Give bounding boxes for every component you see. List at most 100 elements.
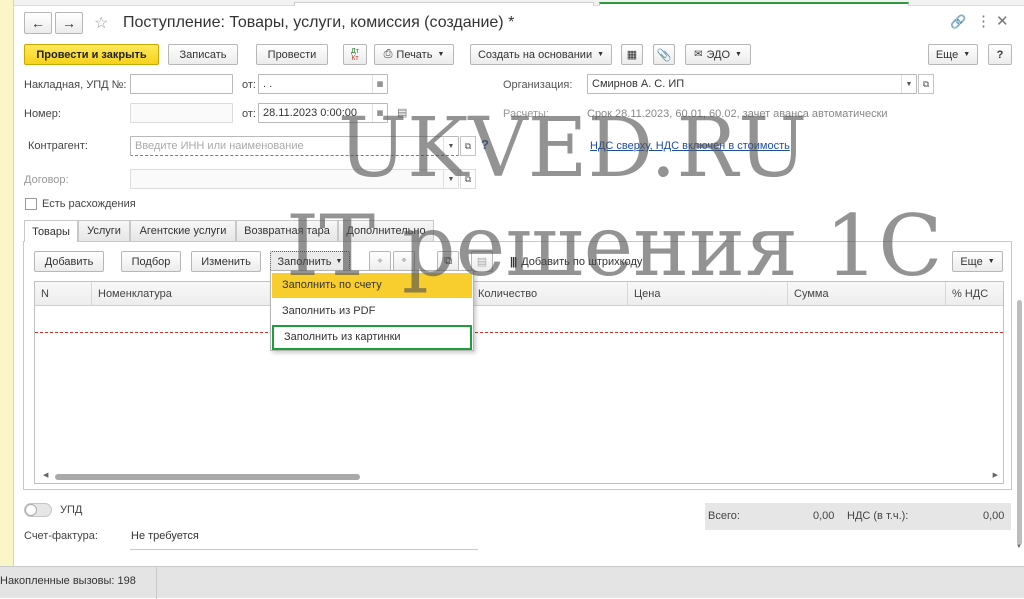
column-header-sum[interactable]: Сумма	[788, 282, 946, 306]
print-button[interactable]: ⎙ Печать ▼	[374, 44, 454, 65]
column-header-vat-rate[interactable]: % НДС	[946, 282, 1004, 306]
window-tab-segment[interactable]	[294, 2, 594, 6]
invoice-number-label: Накладная, УПД №:	[24, 79, 127, 91]
more-button[interactable]: Еще ▼	[928, 44, 978, 65]
organization-input[interactable]: Смирнов А. С. ИП ▼	[587, 74, 917, 94]
menu-item-fill-from-pdf[interactable]: Заполнить из PDF	[272, 299, 472, 324]
scroll-left-icon[interactable]: ◀	[43, 471, 48, 479]
open-contractor-button[interactable]: ⧉	[460, 136, 476, 156]
calendar-icon[interactable]: ▦	[372, 104, 387, 122]
upd-toggle[interactable]	[24, 503, 52, 517]
copy-rows-button[interactable]: ⧉	[437, 251, 459, 272]
back-button[interactable]: ←	[24, 12, 52, 34]
vat-mode-link[interactable]: НДС сверху, НДС включен в стоимость	[590, 140, 790, 152]
chevron-down-icon[interactable]: ▼	[443, 137, 458, 155]
settlements-link[interactable]: Срок 28.11.2023, 60.01, 60.02, зачет ава…	[587, 108, 888, 120]
more-vertical-icon[interactable]: ⋮	[976, 12, 991, 30]
forward-button[interactable]: →	[55, 12, 83, 34]
paste-icon: ▤	[476, 256, 488, 268]
chevron-down-icon[interactable]: ▼	[443, 170, 458, 188]
open-organization-button[interactable]: ⧉	[918, 74, 934, 94]
contractor-label: Контрагент:	[28, 140, 88, 152]
comment-icon[interactable]: ▤	[397, 106, 407, 119]
close-icon[interactable]: ✕	[996, 12, 1009, 30]
table-row[interactable]	[35, 307, 1003, 333]
help-button[interactable]: ?	[988, 44, 1012, 65]
contract-label: Договор:	[24, 174, 69, 186]
edo-icon: ✉	[694, 49, 703, 60]
edo-button[interactable]: ✉ ЭДО ▼	[685, 44, 751, 65]
page-title: Поступление: Товары, услуги, комиссия (с…	[123, 14, 515, 31]
arrow-left-icon: ←	[31, 15, 45, 31]
link-icon[interactable]: 🔗	[950, 14, 966, 30]
attach-file-button[interactable]: 📎	[653, 44, 675, 65]
invoice-date-label: от:	[242, 79, 256, 91]
printer-icon: ⎙	[383, 48, 393, 60]
add-by-barcode-button[interactable]: ||| Добавить по штрихкоду	[503, 251, 651, 272]
goods-table[interactable]: N Номенклатура Количество Цена Сумма % Н…	[34, 281, 1004, 484]
column-header-n[interactable]: N	[35, 282, 92, 306]
invoice-date-input[interactable]: . . ▦	[258, 74, 388, 94]
scroll-right-icon[interactable]: ▶	[993, 471, 998, 479]
fill-label: Заполнить	[277, 255, 332, 268]
discrepancy-checkbox[interactable]	[25, 198, 37, 210]
dt-kt-button[interactable]: Дт Кт	[343, 44, 367, 65]
total-label: Всего:	[708, 510, 740, 522]
table-more-label: Еще	[960, 255, 983, 268]
change-button[interactable]: Изменить	[191, 251, 261, 272]
arrow-up-icon: 🠹	[376, 255, 384, 267]
print-label: Печать	[396, 48, 433, 61]
tab-services[interactable]: Услуги	[78, 220, 130, 241]
table-header: N Номенклатура Количество Цена Сумма % Н…	[35, 282, 1003, 306]
settlements-label: Расчеты:	[503, 108, 549, 120]
contract-input[interactable]: ▼	[130, 169, 459, 189]
vertical-scrollbar[interactable]: ▼	[1016, 300, 1023, 560]
move-up-button[interactable]: 🠹	[369, 251, 391, 272]
chevron-down-icon: ▼	[987, 258, 995, 265]
number-input[interactable]	[130, 103, 233, 123]
menu-item-fill-from-image[interactable]: Заполнить из картинки	[272, 325, 472, 350]
pick-button[interactable]: Подбор	[121, 251, 181, 272]
scrollbar-thumb[interactable]	[55, 474, 360, 480]
horizontal-scrollbar[interactable]: ◀ ▶	[43, 471, 998, 481]
fill-button[interactable]: Заполнить ▼	[270, 251, 350, 272]
chevron-down-icon[interactable]: ▼	[901, 75, 916, 93]
open-contract-button[interactable]: ⧉	[460, 169, 476, 189]
post-and-close-button[interactable]: Провести и закрыть	[24, 44, 159, 65]
question-icon[interactable]: ?	[481, 137, 489, 152]
contractor-input[interactable]: Введите ИНН или наименование ▼	[130, 136, 459, 156]
column-header-price[interactable]: Цена	[628, 282, 788, 306]
vertical-scrollbar-thumb[interactable]	[1017, 300, 1022, 545]
table-more-button[interactable]: Еще ▼	[952, 251, 1003, 272]
create-based-on-label: Создать на основании	[477, 48, 593, 61]
invoice-factura-value[interactable]: Не требуется	[131, 530, 199, 542]
tab-additional[interactable]: Дополнительно	[338, 220, 434, 241]
accumulated-calls: Накопленные вызовы: 198	[0, 575, 136, 587]
move-down-button[interactable]: 🠻	[393, 251, 415, 272]
create-based-on-button[interactable]: Создать на основании ▼	[470, 44, 612, 65]
arrow-down-icon: 🠻	[400, 255, 408, 267]
tab-goods[interactable]: Товары	[24, 220, 78, 242]
menu-item-fill-by-invoice[interactable]: Заполнить по счету	[272, 273, 472, 298]
column-header-quantity[interactable]: Количество	[472, 282, 628, 306]
tab-agent-services[interactable]: Агентские услуги	[130, 220, 236, 241]
open-link-icon: ⧉	[464, 173, 472, 184]
total-value: 0,00	[813, 510, 835, 522]
favorite-star-icon[interactable]: ☆	[94, 13, 108, 33]
chevron-down-icon: ▼	[597, 51, 605, 58]
vat-total-value: 0,00	[983, 510, 1005, 522]
scroll-down-icon[interactable]: ▼	[1016, 544, 1022, 550]
add-row-button[interactable]: Добавить	[34, 251, 104, 272]
post-button[interactable]: Провести	[256, 44, 328, 65]
tab-returnable-packaging[interactable]: Возвратная тара	[236, 220, 338, 241]
invoice-number-input[interactable]	[130, 74, 233, 94]
contractor-placeholder: Введите ИНН или наименование	[135, 140, 304, 152]
organization-label: Организация:	[503, 79, 573, 91]
paste-rows-button[interactable]: ▤	[471, 251, 493, 272]
calendar-icon[interactable]: ▦	[372, 75, 387, 93]
save-button[interactable]: Записать	[168, 44, 238, 65]
window-tab-segment-active[interactable]	[599, 2, 909, 6]
doc-date-input[interactable]: 28.11.2023 0:00:00 ▦	[258, 103, 388, 123]
structure-button[interactable]: ▦	[621, 44, 643, 65]
dt-kt-top-label: Дт	[351, 47, 359, 55]
